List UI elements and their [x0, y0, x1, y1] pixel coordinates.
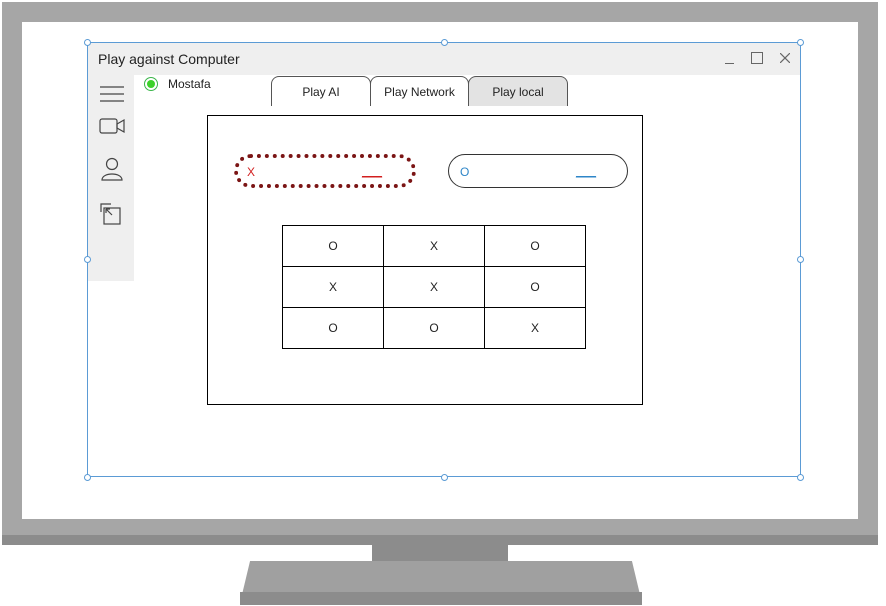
tic-tac-toe-board: O X O X X O O O X: [282, 225, 586, 349]
resize-handle[interactable]: [797, 474, 804, 481]
tab-play-local[interactable]: Play local: [468, 76, 568, 106]
menu-button[interactable]: [98, 81, 126, 107]
resize-handle[interactable]: [797, 39, 804, 46]
logout-icon: [100, 203, 121, 225]
resize-handle[interactable]: [84, 39, 91, 46]
video-camera-icon: [99, 118, 125, 134]
board-cell[interactable]: X: [282, 266, 384, 308]
sidebar: [88, 75, 134, 281]
app-window: Play against Computer Mostafa Play AI Pl…: [87, 42, 801, 477]
board-cell[interactable]: O: [282, 225, 384, 267]
resize-handle[interactable]: [441, 474, 448, 481]
user-name: Mostafa: [168, 77, 211, 91]
board-cell[interactable]: O: [484, 225, 586, 267]
resize-handle[interactable]: [84, 256, 91, 263]
board-cell[interactable]: X: [484, 307, 586, 349]
user-status: Mostafa: [144, 77, 211, 91]
player-o-field[interactable]: O ___: [448, 154, 628, 188]
resize-handle[interactable]: [441, 39, 448, 46]
board-cell[interactable]: O: [383, 307, 485, 349]
board-cell[interactable]: X: [383, 266, 485, 308]
menu-icon: [100, 86, 124, 102]
close-button[interactable]: [776, 49, 794, 67]
board-cell[interactable]: X: [383, 225, 485, 267]
player-o-symbol: O: [460, 165, 470, 179]
player-o-name: ___: [576, 164, 597, 178]
minimize-button[interactable]: [720, 49, 738, 67]
game-panel: X ___ O ___ O X O X X O O O X: [207, 115, 643, 405]
board-cell[interactable]: O: [282, 307, 384, 349]
board-cell[interactable]: O: [484, 266, 586, 308]
video-call-button[interactable]: [98, 113, 126, 139]
player-x-field[interactable]: X ___: [234, 154, 416, 188]
maximize-button[interactable]: [748, 49, 766, 67]
tab-play-network[interactable]: Play Network: [370, 76, 469, 106]
profile-button[interactable]: [98, 156, 126, 182]
online-status-icon: [144, 77, 158, 91]
title-bar[interactable]: Play against Computer: [88, 43, 800, 75]
board-row: O X O: [282, 225, 586, 267]
resize-handle[interactable]: [84, 474, 91, 481]
monitor-stand-base-edge: [240, 592, 642, 605]
close-icon: [780, 53, 790, 63]
user-icon: [101, 157, 123, 181]
logout-button[interactable]: [98, 201, 126, 227]
player-x-symbol: X: [247, 165, 256, 179]
board-row: X X O: [282, 266, 586, 308]
resize-handle[interactable]: [797, 256, 804, 263]
board-row: O O X: [282, 307, 586, 349]
monitor-bezel: [2, 535, 878, 545]
player-x-name: ___: [362, 164, 383, 178]
window-title: Play against Computer: [98, 51, 240, 67]
tab-play-ai[interactable]: Play AI: [271, 76, 371, 106]
